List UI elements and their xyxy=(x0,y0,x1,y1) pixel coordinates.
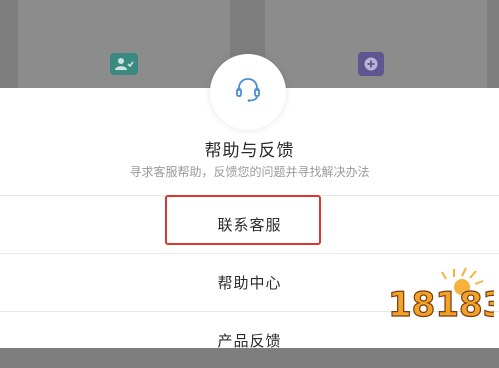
sheet-title: 帮助与反馈 xyxy=(204,141,295,161)
plus-circle-icon xyxy=(358,52,384,76)
sheet-subtitle: 寻求客服帮助，反馈您的问题并寻找解决办法 xyxy=(129,165,370,179)
support-avatar xyxy=(210,54,286,130)
user-check-icon xyxy=(110,53,138,75)
svg-text:18183: 18183 xyxy=(388,285,494,325)
watermark-logo: 18183 xyxy=(384,262,494,328)
highlight-box xyxy=(165,195,321,245)
headset-icon xyxy=(230,72,266,112)
